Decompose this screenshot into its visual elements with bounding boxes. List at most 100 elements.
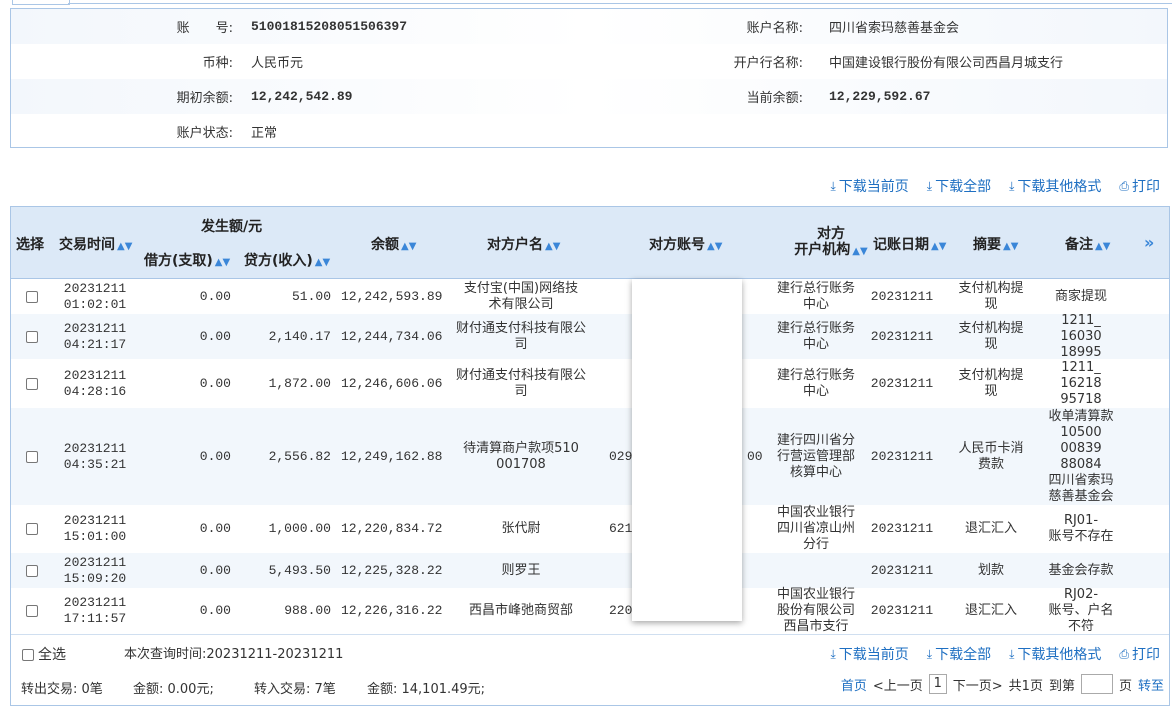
remark: 基金会存款 [1048, 562, 1114, 578]
header-credit[interactable]: 贷方(收入) ▲▼ [244, 250, 330, 270]
next-page-link[interactable]: 下一页> [953, 675, 1003, 694]
download-icon: ⤓ [1009, 646, 1015, 661]
row-checkbox[interactable] [26, 605, 38, 617]
counterparty-name: 张代尉 [501, 521, 541, 536]
post-date: 20231211 [870, 603, 934, 618]
first-page-link[interactable]: 首页 [841, 675, 867, 694]
header-cp-account[interactable]: 对方账号 ▲▼ [649, 234, 722, 254]
debit-amount: 0.00 [199, 375, 231, 391]
debit-amount: 0.00 [199, 603, 231, 618]
goto-page-input[interactable] [1080, 674, 1113, 694]
summary: 退汇汇入 [964, 603, 1017, 618]
summary: 支付机构提现 [958, 367, 1024, 399]
counterparty-name: 支付宝(中国)网络技 术有限公司 [463, 280, 579, 312]
current-page[interactable]: 1 [928, 674, 947, 694]
tx-time: 20231211 01:02:01 [63, 280, 127, 312]
print-icon: ⎙ [1119, 646, 1129, 661]
tx-time: 20231211 15:01:00 [63, 513, 127, 544]
header-balance[interactable]: 余额 ▲▼ [371, 234, 416, 254]
tab-bar-line [68, 3, 1172, 4]
prev-page-link[interactable]: <上一页 [873, 675, 923, 694]
remark: 1211_ 16030 18995 [1060, 312, 1102, 360]
post-date: 20231211 [870, 375, 934, 391]
page-unit: 页 [1118, 678, 1132, 694]
summary: 支付机构提现 [958, 320, 1024, 352]
download-page-button[interactable]: ⤓ 下载当前页 [830, 644, 908, 664]
debit-amount: 0.00 [199, 562, 231, 578]
debit-amount: 0.00 [199, 521, 231, 536]
sort-icon: ▲▼ [1003, 241, 1019, 252]
table-row: 20231211 04:21:17 0.00 2,140.17 12,244,734.0… [11, 312, 1169, 360]
row-checkbox[interactable] [26, 290, 38, 303]
print-icon: ⎙ [1119, 178, 1129, 193]
opening-balance-label: 期初余额: [176, 91, 233, 106]
in-tx-count: 转入交易: 7笔 [254, 682, 336, 697]
remark: 收单清算款 10500 00839 88084 四川省索玛 慈善基金会 [1048, 408, 1114, 504]
counterparty-account-tail: 00 [747, 448, 763, 464]
row-checkbox[interactable] [26, 523, 38, 535]
total-pages: 共1页 [1008, 678, 1043, 694]
post-date: 20231211 [870, 521, 934, 536]
download-icon: ⤓ [1009, 178, 1015, 193]
credit-amount: 5,493.50 [268, 562, 331, 578]
header-summary[interactable]: 摘要 ▲▼ [973, 234, 1018, 254]
download-other-button[interactable]: ⤓ 下载其他格式 [1009, 176, 1101, 196]
header-time[interactable]: 交易时间 ▲▼ [59, 234, 132, 254]
account-name-label: 账户名称: [746, 21, 803, 36]
out-tx-amount: 金额: 0.00元; [133, 682, 214, 697]
post-date: 20231211 [870, 562, 934, 578]
table-row: 20231211 04:28:16 0.00 1,872.00 12,246,606.0… [11, 359, 1169, 409]
active-tab[interactable] [12, 0, 70, 5]
tx-time: 20231211 15:09:20 [63, 554, 127, 586]
bottom-actions: ⤓ 下载当前页 ⤓ 下载全部 ⤓ 下载其他格式 ⎙ 打印 [830, 644, 1160, 664]
bank-label: 开户行名称: [733, 56, 803, 71]
download-all-button[interactable]: ⤓ 下载全部 [927, 176, 991, 196]
header-debit[interactable]: 借方(支取) ▲▼ [144, 250, 230, 270]
select-all-checkbox[interactable] [22, 649, 34, 661]
credit-amount: 2,140.17 [268, 328, 331, 344]
bank-name: 中国建设银行股份有限公司西昌月城支行 [829, 56, 1064, 71]
row-checkbox[interactable] [26, 450, 38, 463]
tx-time: 20231211 04:21:17 [63, 320, 127, 352]
remark: 1211_ 16218 95718 [1060, 359, 1102, 407]
table-row: 20231211 15:09:20 0.00 5,493.50 12,225,328.2… [11, 553, 1169, 589]
table-row: 20231211 15:01:00 0.00 1,000.00 12,220,834.7… [11, 505, 1169, 554]
currency-label: 币种: [202, 56, 233, 71]
print-button[interactable]: ⎙ 打印 [1119, 176, 1160, 196]
debit-amount: 0.00 [199, 288, 231, 304]
sort-icon: ▲▼ [545, 241, 561, 252]
counterparty-bank: 建行总行账务 中心 [776, 367, 855, 399]
header-post-date[interactable]: 记账日期 ▲▼ [873, 234, 946, 254]
row-checkbox[interactable] [26, 330, 38, 343]
debit-amount: 0.00 [199, 448, 231, 464]
pagination: 首页 <上一页 1 下一页> 共1页 到第 页 转至 [841, 674, 1164, 694]
header-select: 选择 [16, 237, 44, 253]
credit-amount: 1,000.00 [268, 521, 331, 536]
row-checkbox[interactable] [26, 564, 38, 577]
sort-icon: ▲▼ [117, 241, 133, 252]
table-row: 20231211 04:35:21 0.00 2,556.82 12,249,162.8… [11, 408, 1169, 506]
counterparty-name: 西昌市峰弛商贸部 [468, 603, 573, 618]
counterparty-name: 财付通支付科技有限公司 [455, 320, 586, 352]
counterparty-bank: 中国农业银行 股份有限公司 西昌市支行 [776, 587, 855, 634]
top-actions: ⤓ 下载当前页 ⤓ 下载全部 ⤓ 下载其他格式 ⎙ 打印 [830, 176, 1160, 196]
sort-icon: ▲▼ [852, 246, 868, 257]
download-all-button[interactable]: ⤓ 下载全部 [927, 644, 991, 664]
header-remark[interactable]: 备注 ▲▼ [1065, 234, 1110, 254]
download-other-button[interactable]: ⤓ 下载其他格式 [1009, 644, 1101, 664]
current-balance-label: 当前余额: [746, 91, 803, 106]
download-page-button[interactable]: ⤓ 下载当前页 [830, 176, 908, 196]
balance-amount: 12,225,328.22 [341, 562, 443, 578]
balance-amount: 12,246,606.06 [341, 375, 443, 391]
goto-label: 到第 [1048, 678, 1075, 694]
goto-button[interactable]: 转至 [1138, 675, 1164, 694]
balance-amount: 12,242,593.89 [341, 288, 443, 304]
print-button[interactable]: ⎙ 打印 [1119, 644, 1160, 664]
more-columns-icon[interactable]: » [1144, 233, 1154, 252]
download-icon: ⤓ [830, 646, 836, 661]
opening-balance: 12,242,542.89 [251, 89, 353, 104]
header-cp-name[interactable]: 对方户名 ▲▼ [487, 234, 560, 254]
counterparty-bank: 建行总行账务 中心 [776, 320, 855, 352]
header-cp-bank[interactable]: 对方 开户机构 ▲▼ [781, 226, 881, 260]
row-checkbox[interactable] [26, 377, 38, 390]
